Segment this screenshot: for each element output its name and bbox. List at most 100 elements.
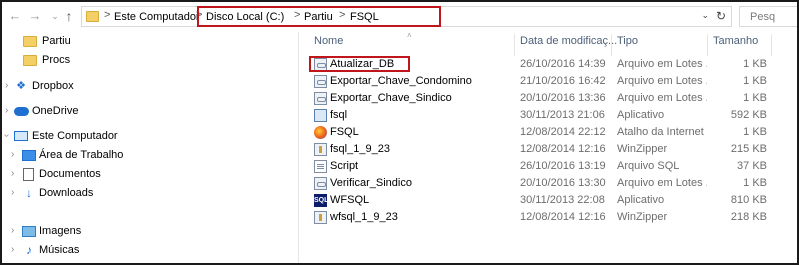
file-date: 12/08/2014 22:12 [520,126,606,138]
column-header-date[interactable]: Data de modificaç... [520,35,617,52]
file-size: 1 KB [743,75,767,87]
sidebar-item-label: Downloads [39,187,94,199]
expand-chevron-icon[interactable]: › [5,80,8,91]
breadcrumb-este-computador[interactable]: Este Computador [114,11,200,23]
dropbox-icon: ❖ [16,80,26,92]
file-list: ˄ Nome Data de modificaç... Tipo Tamanho… [299,31,797,263]
file-name: Verificar_Sindico [330,177,412,189]
column-separator[interactable] [514,34,515,56]
expand-chevron-icon[interactable]: › [11,225,14,236]
file-date: 21/10/2016 16:42 [520,75,606,87]
file-type: Aplicativo [617,109,665,121]
file-type: Atalho da Internet [617,126,704,138]
file-name: fsql [330,109,348,121]
explorer-window: ← → ⌄ ↑ > Este Computador > Disco Local … [0,0,799,265]
file-name: Script [330,160,359,172]
file-date: 30/11/2013 21:06 [520,109,605,121]
sidebar-item-partiu[interactable]: Partiu [2,33,292,50]
back-arrow-icon[interactable]: ← [8,9,22,23]
file-type: Arquivo em Lotes ... [617,177,707,189]
address-dropdown-chevron-icon[interactable]: ⌄ [701,10,709,21]
column-header-type[interactable]: Tipo [617,35,638,52]
navigation-pane: Partiu Procs › ❖ Dropbox › OneDrive › Es… [2,32,298,263]
sidebar-item-dropbox[interactable]: › ❖ Dropbox [2,78,292,95]
column-separator[interactable] [707,34,708,56]
sidebar-item-downloads[interactable]: › ↓ Downloads [2,185,292,202]
expand-chevron-icon[interactable]: › [5,105,8,116]
wfsql-app-icon: SQL [314,194,328,207]
file-size: 810 KB [730,194,767,206]
breadcrumb-separator: > [104,9,111,21]
refresh-icon[interactable]: ↻ [716,9,726,23]
folder-icon [23,36,37,47]
file-size: 218 KB [730,211,767,223]
up-arrow-icon[interactable]: ↑ [62,9,76,23]
expand-chevron-icon[interactable]: › [11,244,14,255]
file-row[interactable]: wfsql_1_9_23 12/08/2014 12:16 WinZipper … [299,209,797,226]
sidebar-item-label: Imagens [39,225,82,237]
sidebar-item-label: Procs [42,54,71,66]
column-header-name[interactable]: Nome [314,35,343,52]
column-separator[interactable] [611,34,612,56]
file-date: 20/10/2016 13:36 [520,92,606,104]
sidebar-item-partial[interactable]: › [2,261,292,263]
recent-locations-chevron-icon[interactable]: ⌄ [48,9,62,23]
batch-file-icon [314,75,327,88]
file-row[interactable]: Verificar_Sindico 20/10/2016 13:30 Arqui… [299,175,797,192]
search-input[interactable]: Pesq [739,6,797,27]
file-date: 12/08/2014 12:16 [520,211,606,223]
sidebar-item-label: Partiu [42,35,71,47]
address-bar[interactable]: > Este Computador > Disco Local (C:) > P… [81,6,732,27]
sidebar-item-este-computador[interactable]: › Este Computador [2,128,292,145]
documents-icon [23,168,34,181]
file-size: 1 KB [743,177,767,189]
file-type: Aplicativo [617,194,665,206]
file-size: 37 KB [737,160,767,172]
file-name: Exportar_Chave_Condomino [330,75,472,87]
file-size: 1 KB [743,58,767,70]
forward-arrow-icon[interactable]: → [28,9,42,23]
file-type: Arquivo SQL [617,160,680,172]
expand-chevron-icon[interactable]: › [11,187,14,198]
folder-icon [23,55,37,66]
file-row[interactable]: FSQL 12/08/2014 22:12 Atalho da Internet… [299,124,797,141]
computer-icon [14,131,28,141]
expand-chevron-icon[interactable]: › [11,149,14,160]
file-date: 26/10/2016 14:39 [520,58,606,70]
sidebar-item-documentos[interactable]: › Documentos [2,166,292,183]
column-header-size[interactable]: Tamanho [713,35,758,52]
file-size: 215 KB [730,143,767,155]
file-row[interactable]: fsql 30/11/2013 21:06 Aplicativo 592 KB [299,107,797,124]
file-date: 20/10/2016 13:30 [520,177,606,189]
sidebar-item-imagens[interactable]: › Imagens [2,223,292,240]
sidebar-item-label: Este Computador [32,130,118,142]
search-placeholder: Pesq [750,11,776,23]
sidebar-item-label: OneDrive [32,105,79,117]
pictures-icon [22,226,36,237]
file-size: 592 KB [730,109,767,121]
file-type: WinZipper [617,211,668,223]
file-row[interactable]: Script 26/10/2016 13:19 Arquivo SQL 37 K… [299,158,797,175]
file-row[interactable]: Exportar_Chave_Condomino 21/10/2016 16:4… [299,73,797,90]
file-size: 1 KB [743,126,767,138]
sidebar-item-procs[interactable]: Procs [2,52,292,69]
sidebar-item-area-de-trabalho[interactable]: › Área de Trabalho [2,147,292,164]
column-separator[interactable] [771,34,772,56]
sidebar-item-label: Dropbox [32,80,74,92]
file-highlight-box [309,56,410,72]
sort-up-chevron-icon: ˄ [407,31,412,40]
file-name: Exportar_Chave_Sindico [330,92,452,104]
sidebar-item-label: Documentos [39,168,101,180]
file-date: 12/08/2014 12:16 [520,143,606,155]
file-row[interactable]: SQL WFSQL 30/11/2013 22:08 Aplicativo 81… [299,192,797,209]
collapse-chevron-icon[interactable]: › [2,134,12,137]
file-type: WinZipper [617,143,668,155]
file-row[interactable]: fsql_1_9_23 12/08/2014 12:16 WinZipper 2… [299,141,797,158]
expand-chevron-icon[interactable]: › [11,168,14,179]
sidebar-item-label: Área de Trabalho [39,149,124,161]
onedrive-icon [14,107,29,116]
sidebar-item-musicas[interactable]: › ♪ Músicas [2,242,292,259]
file-row[interactable]: Exportar_Chave_Sindico 20/10/2016 13:36 … [299,90,797,107]
sidebar-item-onedrive[interactable]: › OneDrive [2,103,292,120]
address-bar-row: ← → ⌄ ↑ > Este Computador > Disco Local … [2,2,797,32]
